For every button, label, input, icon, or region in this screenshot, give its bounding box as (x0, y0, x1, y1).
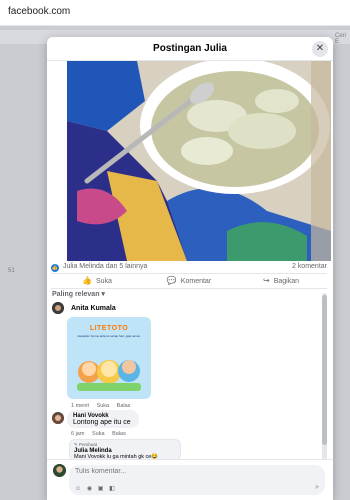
author-tag-label: Pembuat (79, 442, 98, 447)
comment-reply-link[interactable]: Balas (117, 403, 131, 409)
share-button[interactable]: ↪ Bagikan (235, 274, 327, 288)
comment-sticker[interactable]: LITETOTO dapatkan bonus jackpot setiap h… (67, 317, 151, 399)
scrollbar-thumb[interactable] (322, 295, 327, 445)
comment-count[interactable]: 2 komentar (292, 263, 327, 270)
food-photo-image (67, 61, 331, 261)
pencil-icon: ✎ (74, 442, 78, 447)
like-reaction-icon: 👍 (51, 264, 59, 272)
comment-reply-link[interactable]: Balas (112, 431, 126, 437)
emoji-icon[interactable]: ☺ (75, 486, 81, 492)
comment-input[interactable] (75, 468, 235, 475)
comment-bubble-icon: 💬 (166, 276, 177, 285)
comment-like-link[interactable]: Suka (97, 403, 110, 409)
background-right-text: Ceri E (335, 33, 347, 45)
comment-bubble: Hani Vovokk Lontong ape itu ce (67, 410, 139, 428)
avatar[interactable] (53, 464, 66, 477)
composer-tools: ☺ ◉ ▣ ◧ (75, 485, 119, 492)
post-photo[interactable] (67, 61, 331, 261)
comment-author[interactable]: Anita Kumala (71, 305, 116, 312)
comment-time[interactable]: 1 menit (71, 403, 89, 409)
comments-scrollbar[interactable] (322, 293, 327, 463)
comment-composer-area: ☺ ◉ ▣ ◧ ➤ (47, 459, 333, 500)
like-label: Suka (96, 278, 112, 285)
browser-bar: facebook.com (0, 0, 350, 26)
avatar-image (53, 464, 66, 477)
close-button[interactable]: ✕ (312, 41, 328, 57)
comment-composer: ☺ ◉ ▣ ◧ ➤ (69, 465, 325, 495)
thumbs-up-icon: 👍 (82, 276, 92, 285)
comment-label: Komentar (180, 278, 212, 285)
reply-preview[interactable]: ✎ Pembuat Julia Melinda Mani Vovokk lu g… (69, 439, 181, 461)
comment-meta: 6 jam Suka Balas (71, 431, 132, 437)
post-actions: 👍 Suka 💬 Komentar ↪ Bagikan (51, 273, 327, 289)
send-icon[interactable]: ➤ (314, 483, 320, 491)
comment-like-link[interactable]: Suka (92, 431, 105, 437)
url-text[interactable]: facebook.com (8, 6, 70, 17)
comment-text: Lontong ape itu ce (73, 419, 131, 426)
camera-icon[interactable]: ◉ (87, 486, 92, 492)
gif-icon[interactable]: ▣ (98, 486, 104, 492)
sticker-icon[interactable]: ◧ (109, 486, 115, 492)
avatar-image (52, 413, 64, 424)
post-modal: Postingan Julia ✕ 👍 Julia Melinda dan 5 … (47, 37, 333, 500)
comment-button[interactable]: 💬 Komentar (143, 274, 235, 288)
comment-sort-dropdown[interactable]: Paling relevan ▾ (52, 290, 105, 298)
sort-label: Paling relevan (52, 291, 100, 298)
comment-meta: 1 menit Suka Balas (71, 403, 136, 409)
share-arrow-icon: ↪ (263, 276, 270, 285)
sticker-image (77, 360, 141, 391)
background-badge: 51 (8, 268, 15, 274)
avatar[interactable] (52, 302, 64, 314)
share-label: Bagikan (273, 278, 299, 285)
chevron-down-icon: ▾ (101, 291, 105, 298)
modal-title: Postingan Julia (153, 43, 227, 54)
modal-header: Postingan Julia ✕ (47, 37, 333, 61)
avatar-image (52, 303, 64, 314)
reactions-text[interactable]: Julia Melinda dan 5 lainnya (63, 263, 147, 270)
comment-time[interactable]: 6 jam (71, 431, 84, 437)
like-button[interactable]: 👍 Suka (51, 274, 143, 288)
avatar[interactable] (52, 412, 64, 424)
